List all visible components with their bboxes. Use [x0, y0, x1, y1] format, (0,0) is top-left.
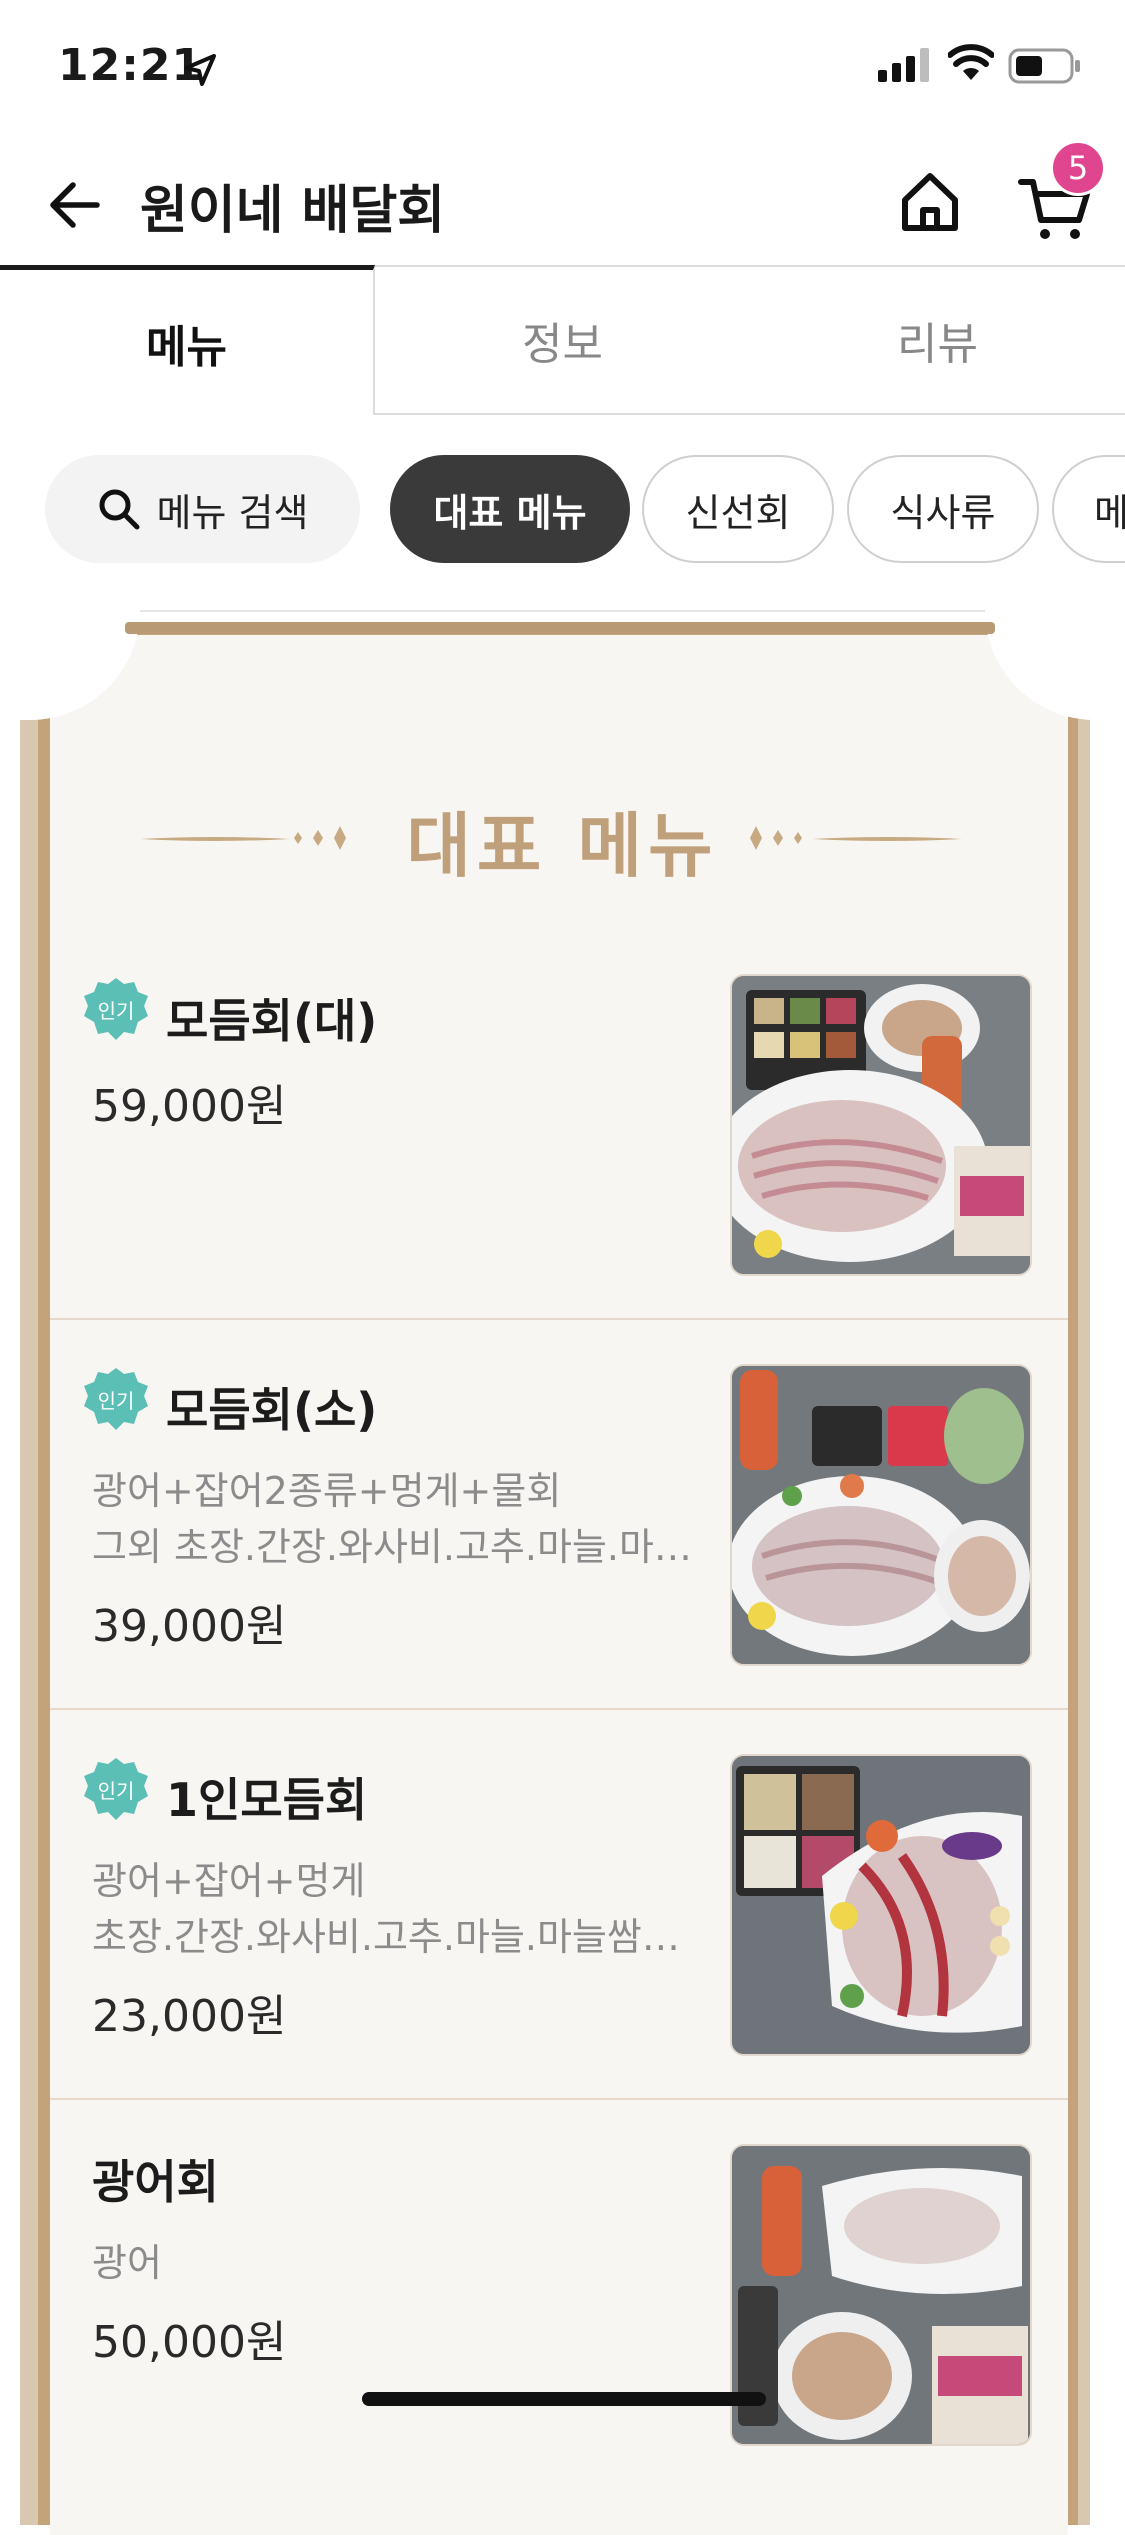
menu-item-price: 23,000원 — [92, 1991, 287, 2042]
store-tabs: 메뉴 정보 리뷰 — [0, 265, 1125, 415]
menu-item-description: 광어+잡어+멍게 — [92, 1859, 366, 1903]
back-arrow-icon — [50, 182, 100, 228]
wifi-icon — [948, 44, 994, 80]
board-top-band — [125, 622, 995, 634]
menu-item-description: 초장.간장.와사비.고추.마늘.마늘쌈… — [92, 1915, 680, 1959]
menu-item-price: 39,000원 — [92, 1601, 287, 1652]
menu-item-photo — [732, 1366, 1030, 1664]
store-header: 원이네 배달회 — [0, 130, 1125, 265]
store-title: 원이네 배달회 — [140, 181, 446, 241]
tab-menu[interactable]: 메뉴 — [0, 265, 375, 415]
menu-item-photo — [732, 976, 1030, 1274]
sashimi-platter-image — [732, 976, 1030, 1274]
menu-item[interactable]: 인기 모듬회(소) 광어+잡어2종류+멍게+물회 그외 초장.간장.와사비.고추… — [50, 1320, 1068, 1710]
cellular-signal-icon — [878, 48, 929, 82]
chips-divider — [0, 610, 1125, 612]
menu-search-button[interactable]: 메뉴 검색 — [45, 455, 360, 563]
home-icon — [902, 173, 958, 231]
tab-info[interactable]: 정보 — [375, 265, 750, 415]
sashimi-platter-image — [732, 2146, 1030, 2444]
sashimi-platter-image — [732, 1756, 1030, 2054]
cart-count-badge: 5 — [1050, 140, 1106, 196]
search-icon — [99, 489, 140, 530]
chip-more-partial[interactable]: 메 — [1052, 455, 1125, 563]
location-arrow-icon — [184, 54, 216, 86]
category-chips: 메뉴 검색 대표 메뉴 신선회 식사류 메 — [0, 455, 1125, 565]
chip-meals[interactable]: 식사류 — [847, 455, 1039, 563]
chip-featured-menu[interactable]: 대표 메뉴 — [390, 455, 630, 563]
menu-item-photo — [732, 2146, 1030, 2444]
home-indicator[interactable] — [362, 2392, 766, 2406]
popular-badge-icon: 인기 — [84, 1758, 148, 1820]
popular-badge-label: 인기 — [98, 1779, 135, 1803]
menu-item-name: 1인모듬회 — [166, 1773, 368, 1827]
popular-badge-label: 인기 — [98, 999, 135, 1023]
menu-item-price: 50,000원 — [92, 2317, 287, 2368]
popular-badge-label: 인기 — [98, 1389, 135, 1413]
popular-badge-icon: 인기 — [84, 1368, 148, 1430]
menu-item-name: 광어회 — [92, 2155, 219, 2209]
menu-item-name: 모듬회(대) — [166, 994, 378, 1048]
menu-item-description: 광어+잡어2종류+멍게+물회 — [92, 1469, 562, 1513]
tab-reviews[interactable]: 리뷰 — [750, 265, 1125, 415]
menu-item-name: 모듬회(소) — [166, 1383, 378, 1437]
battery-icon — [1008, 48, 1080, 84]
heading-ornament-diamonds-right — [750, 826, 802, 850]
menu-item-description: 광어 — [92, 2241, 162, 2285]
menu-item-description: 그외 초장.간장.와사비.고추.마늘.마… — [92, 1525, 692, 1569]
status-bar: 12:21 — [0, 0, 1125, 130]
menu-item[interactable]: 광어회 광어 50,000원 — [50, 2100, 1068, 2444]
section-heading: 대표 메뉴 — [0, 790, 1125, 890]
menu-item[interactable]: 인기 모듬회(대) 59,000원 — [50, 940, 1068, 1320]
heading-ornament-line-right — [812, 837, 962, 841]
back-button[interactable] — [40, 170, 110, 240]
popular-badge-icon: 인기 — [84, 978, 148, 1040]
menu-item[interactable]: 인기 1인모듬회 광어+잡어+멍게 초장.간장.와사비.고추.마늘.마늘쌈… 2… — [50, 1710, 1068, 2100]
menu-search-label: 메뉴 검색 — [156, 490, 309, 535]
sashimi-platter-image — [732, 1366, 1030, 1664]
chip-fresh-sashimi[interactable]: 신선회 — [642, 455, 834, 563]
menu-item-photo — [732, 1756, 1030, 2054]
home-button[interactable] — [895, 168, 965, 238]
menu-item-price: 59,000원 — [92, 1081, 287, 1132]
